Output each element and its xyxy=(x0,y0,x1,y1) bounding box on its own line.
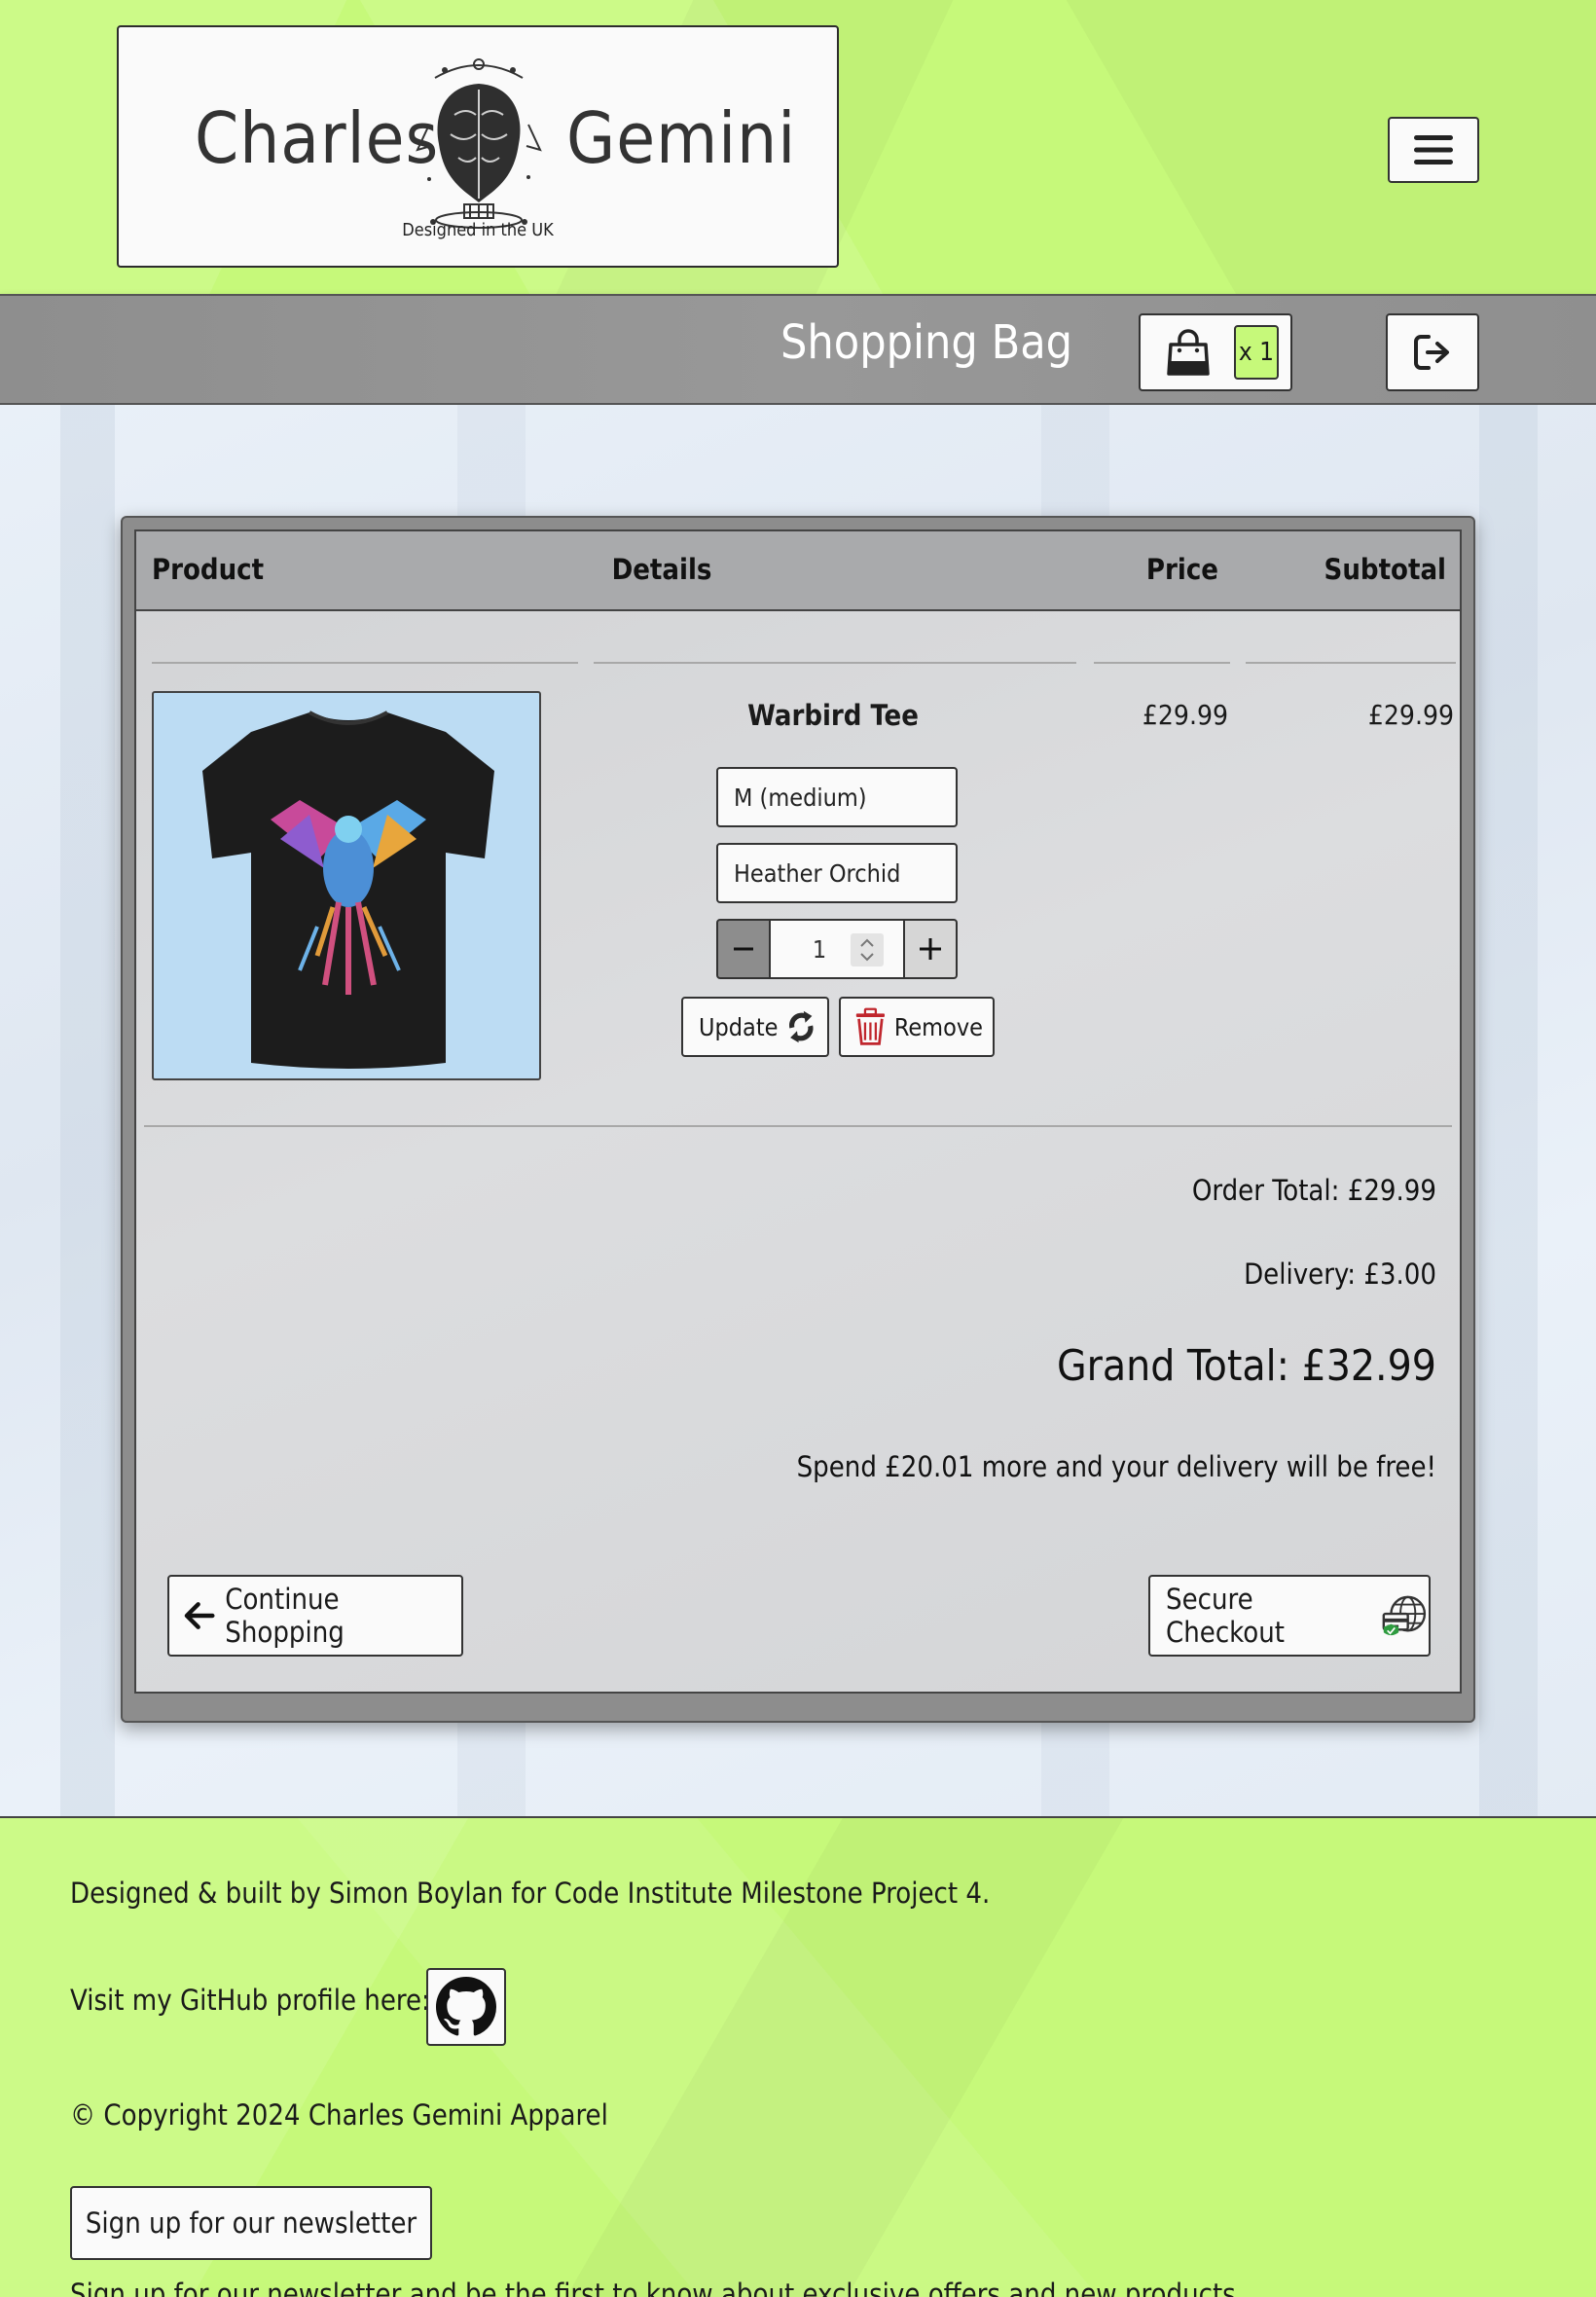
continue-shopping-label: Continue Shopping xyxy=(225,1583,345,1649)
quantity-spinner[interactable] xyxy=(851,933,884,966)
quantity-input[interactable]: 1 xyxy=(771,919,903,979)
decrement-quantity-button[interactable] xyxy=(716,919,771,979)
update-label: Update xyxy=(699,1012,779,1041)
arrow-left-icon xyxy=(184,1602,215,1629)
shopping-bag-table: Product Details Price Subtotal Warbird T… xyxy=(134,529,1462,1694)
footer-github-text: Visit my GitHub profile here: xyxy=(70,1984,430,2017)
header-details: Details xyxy=(611,553,712,586)
shopping-bag-panel: Product Details Price Subtotal Warbird T… xyxy=(121,516,1475,1723)
site-logo[interactable]: Charles Gemini Designed in the UK xyxy=(117,25,839,268)
site-header: Charles Gemini Designed in the UK xyxy=(0,0,1596,294)
github-link[interactable] xyxy=(426,1968,506,2046)
header-subtotal: Subtotal xyxy=(1324,553,1446,586)
shopping-bag-icon xyxy=(1167,329,1210,376)
header-price: Price xyxy=(1145,553,1218,586)
footer-copyright: © Copyright 2024 Charles Gemini Apparel xyxy=(70,2098,608,2132)
logo-word-left: Charles xyxy=(195,97,440,179)
spinner-arrows-icon xyxy=(860,938,874,962)
secure-payment-icon xyxy=(1382,1595,1427,1636)
logout-icon xyxy=(1414,335,1449,370)
order-total: Order Total: £29.99 xyxy=(1191,1174,1436,1207)
table-header: Product Details Price Subtotal xyxy=(136,531,1460,611)
menu-toggle-button[interactable] xyxy=(1388,117,1479,183)
totals-divider xyxy=(144,1125,1452,1127)
product-name[interactable]: Warbird Tee xyxy=(590,699,1076,732)
newsletter-signup-button[interactable]: Sign up for our newsletter xyxy=(70,2186,432,2260)
size-select[interactable]: M (medium) xyxy=(716,767,958,827)
remove-button[interactable]: Remove xyxy=(839,997,995,1057)
increment-quantity-button[interactable] xyxy=(903,919,958,979)
column-divider xyxy=(152,662,578,664)
trash-icon xyxy=(855,1007,886,1045)
github-icon xyxy=(436,1977,496,2036)
column-divider xyxy=(1094,662,1230,664)
site-footer: Designed & built by Simon Boylan for Cod… xyxy=(0,1816,1596,2297)
logo-tagline: Designed in the UK xyxy=(402,220,554,240)
minus-icon xyxy=(734,947,753,951)
footer-newsletter-text: Sign up for our newsletter and be the fi… xyxy=(70,2278,1245,2297)
product-image[interactable] xyxy=(152,691,541,1080)
shopping-bag-button[interactable]: x 1 xyxy=(1139,313,1292,391)
secure-checkout-label: Secure Checkout xyxy=(1166,1583,1285,1649)
continue-shopping-button[interactable]: Continue Shopping xyxy=(167,1575,463,1657)
logout-button[interactable] xyxy=(1386,313,1479,391)
footer-credit: Designed & built by Simon Boylan for Cod… xyxy=(70,1877,991,1910)
page-title-bar: Shopping Bag x 1 xyxy=(0,294,1596,405)
column-divider xyxy=(594,662,1076,664)
grand-total: Grand Total: £32.99 xyxy=(1056,1341,1436,1391)
color-select[interactable]: Heather Orchid xyxy=(716,843,958,903)
plus-icon xyxy=(920,938,941,960)
free-delivery-message: Spend £20.01 more and your delivery will… xyxy=(796,1450,1436,1483)
product-price: £29.99 xyxy=(1142,699,1228,731)
update-button[interactable]: Update xyxy=(681,997,829,1057)
product-subtotal: £29.99 xyxy=(1367,699,1454,731)
tshirt-image xyxy=(202,711,494,1069)
delivery-cost: Delivery: £3.00 xyxy=(1244,1258,1436,1291)
logo-word-right: Gemini xyxy=(566,97,797,179)
column-divider xyxy=(1246,662,1456,664)
remove-label: Remove xyxy=(893,1012,983,1041)
refresh-icon xyxy=(789,1010,814,1043)
hamburger-icon xyxy=(1414,135,1453,164)
bag-item-count: x 1 xyxy=(1234,325,1279,380)
secure-checkout-button[interactable]: Secure Checkout xyxy=(1148,1575,1431,1657)
gemini-emblem-icon xyxy=(416,58,542,229)
page-title: Shopping Bag xyxy=(780,315,1073,370)
